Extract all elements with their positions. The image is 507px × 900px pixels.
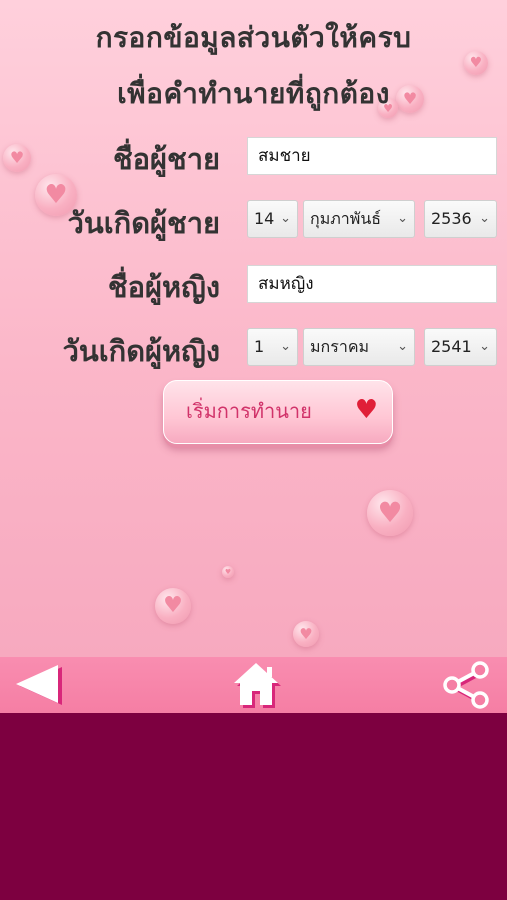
female-month-value: มกราคม <box>310 337 370 356</box>
start-prediction-button[interactable]: เริ่มการทำนาย ♥ <box>163 380 393 444</box>
female-name-label: ชื่อผู้หญิง <box>107 270 220 304</box>
page-title: กรอกข้อมูลส่วนตัวให้ครบ <box>95 21 412 54</box>
female-year-select[interactable]: 2541 ⌄ <box>424 328 497 366</box>
bottom-nav-bar <box>0 657 507 713</box>
female-name-input[interactable]: สมหญิง <box>247 265 497 303</box>
male-name-input[interactable]: สมชาย <box>247 137 497 175</box>
home-icon[interactable] <box>232 661 284 711</box>
heart-bubble-icon: ♥ <box>367 490 413 536</box>
chevron-down-icon: ⌄ <box>280 339 291 354</box>
male-day-value: 14 <box>254 209 275 228</box>
female-day-value: 1 <box>254 337 265 356</box>
female-month-select[interactable]: มกราคม ⌄ <box>303 328 415 366</box>
male-name-label: ชื่อผู้ชาย <box>112 142 220 176</box>
male-year-value: 2536 <box>431 209 472 228</box>
male-year-select[interactable]: 2536 ⌄ <box>424 200 497 238</box>
chevron-down-icon: ⌄ <box>397 339 408 354</box>
chevron-down-icon: ⌄ <box>479 211 490 226</box>
heart-bubble-icon: ♥ <box>222 566 234 578</box>
page-subtitle: เพื่อคำทำนายที่ถูกต้อง <box>117 77 390 110</box>
male-month-select[interactable]: กุมภาพันธ์ ⌄ <box>303 200 415 238</box>
heart-icon: ♥ <box>354 395 378 425</box>
chevron-down-icon: ⌄ <box>479 339 490 354</box>
heart-bubble-icon: ♥ <box>155 588 191 624</box>
male-birth-label: วันเกิดผู้ชาย <box>67 206 220 240</box>
share-icon[interactable] <box>440 661 496 711</box>
female-day-select[interactable]: 1 ⌄ <box>247 328 298 366</box>
chevron-down-icon: ⌄ <box>397 211 408 226</box>
back-arrow-icon[interactable] <box>14 663 66 709</box>
heart-bubble-icon: ♥ <box>293 621 319 647</box>
main-screen: ♥ ♥ ♥ ♥ ♥ ♥ ♥ ♥ ♥ กรอกข้อมูลส่วนตัวให้คร… <box>0 0 507 657</box>
female-birth-label: วันเกิดผู้หญิง <box>62 334 220 368</box>
male-month-value: กุมภาพันธ์ <box>310 209 382 228</box>
start-button-label: เริ่มการทำนาย <box>186 399 312 423</box>
male-day-select[interactable]: 14 ⌄ <box>247 200 298 238</box>
chevron-down-icon: ⌄ <box>280 211 291 226</box>
female-year-value: 2541 <box>431 337 472 356</box>
